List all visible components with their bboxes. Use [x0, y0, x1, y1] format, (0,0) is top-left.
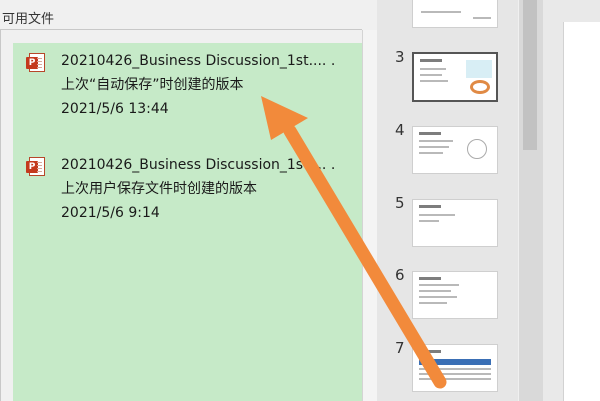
- file-list-scrollbar[interactable]: [362, 30, 377, 401]
- slide-number: 7: [395, 339, 405, 357]
- file-item-autosave[interactable]: P 20210426_Business Discussion_1st.... .…: [13, 43, 362, 143]
- heading-divider: [0, 29, 362, 30]
- powerpoint-file-icon: P: [26, 53, 45, 72]
- file-text-block: 20210426_Business Discussion_1st.... . 上…: [61, 153, 343, 225]
- slide-editor-area: [543, 0, 600, 401]
- file-title: 20210426_Business Discussion_1st.... .: [61, 53, 336, 69]
- slide-thumbnail-3[interactable]: [412, 52, 498, 102]
- available-files-list: P 20210426_Business Discussion_1st.... .…: [13, 43, 362, 401]
- slide-thumbnail-4[interactable]: [412, 126, 498, 174]
- file-text-block: 20210426_Business Discussion_1st.... . 上…: [61, 49, 343, 121]
- slide-number: 5: [395, 194, 405, 212]
- slide-number: 6: [395, 266, 405, 284]
- file-item-user-save[interactable]: P 20210426_Business Discussion_1st.... .…: [13, 149, 362, 239]
- slide-thumbnail-6[interactable]: [412, 271, 498, 319]
- slide-number: 4: [395, 121, 405, 139]
- slides-scrollbar-thumb[interactable]: [523, 0, 537, 150]
- slide-thumbnail-7[interactable]: [412, 344, 498, 392]
- panel-heading: 可用文件: [2, 12, 55, 27]
- slide-thumbnails-pane: 3 4 5 6 7: [377, 0, 518, 401]
- panel-left-border: [0, 30, 1, 401]
- slides-scrollbar[interactable]: [519, 0, 543, 401]
- file-version-description: 上次“自动保存”时创建的版本: [61, 77, 244, 93]
- file-title: 20210426_Business Discussion_1st.... .: [61, 157, 336, 173]
- slide-thumbnail-5[interactable]: [412, 199, 498, 247]
- file-version-description: 上次用户保存文件时创建的版本: [61, 181, 257, 197]
- powerpoint-file-icon: P: [26, 157, 45, 176]
- file-timestamp: 2021/5/6 13:44: [61, 101, 169, 117]
- slide-number: 3: [395, 48, 405, 66]
- file-timestamp: 2021/5/6 9:14: [61, 205, 160, 221]
- slide-thumbnail-previous[interactable]: [412, 0, 498, 28]
- slide-canvas[interactable]: [563, 22, 600, 401]
